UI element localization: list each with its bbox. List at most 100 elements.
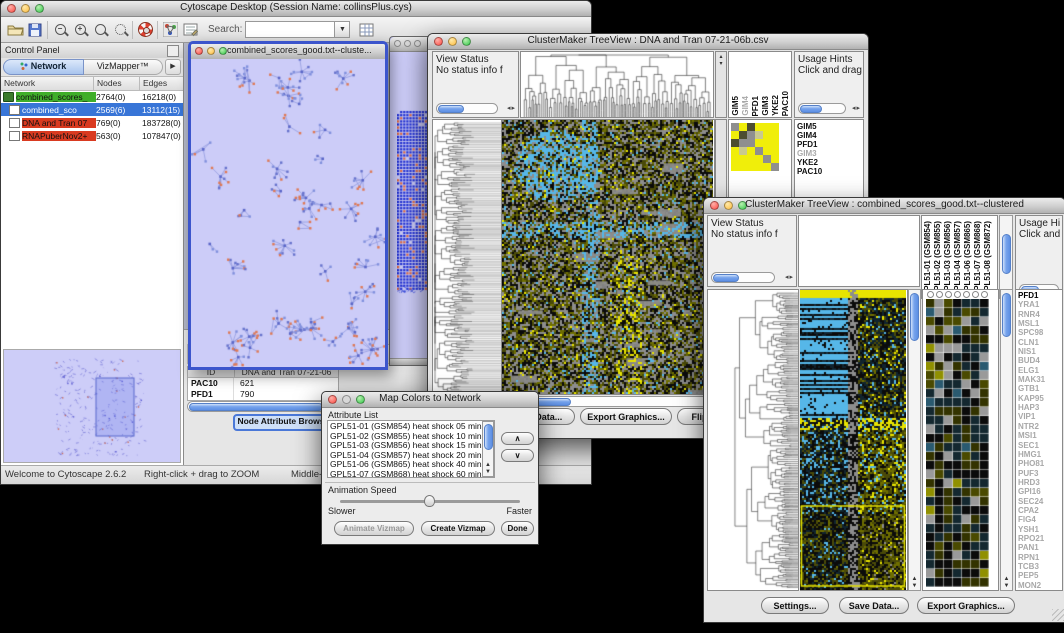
main-title-bar[interactable]: Cytoscape Desktop (Session Name: collins… [1, 1, 591, 17]
column-label[interactable]: PFD1 [751, 96, 761, 116]
scroll-arrows-icon[interactable]: ▲▼ [483, 462, 493, 476]
gene-label[interactable]: GPI16 [1018, 487, 1062, 496]
slider-arrows-icon[interactable]: ◂▸ [785, 273, 794, 281]
gene-label[interactable]: MSI1 [1018, 431, 1062, 440]
gene-label[interactable]: GIM3 [797, 149, 863, 158]
export-graphics-button[interactable]: Export Graphics... [917, 597, 1015, 614]
column-label[interactable]: GIM4 [741, 96, 751, 116]
gene-label[interactable]: SEC1 [1018, 441, 1062, 450]
gene-label[interactable]: MON2 [1018, 581, 1062, 590]
move-down-button[interactable]: ∨ [501, 449, 534, 462]
gene-label[interactable]: PAN1 [1018, 543, 1062, 552]
zoom-in-icon[interactable]: + [70, 20, 90, 39]
attribute-listbox[interactable]: GPL51-01 (GSM854) heat shock 05 minGPL51… [327, 420, 495, 478]
column-label[interactable]: GIM3 [761, 96, 771, 116]
tv2-zoom-heatmap-canvas[interactable] [926, 299, 989, 587]
create-vizmap-button[interactable]: Create Vizmap [421, 521, 495, 536]
network-overview-canvas[interactable] [4, 350, 180, 462]
gene-label[interactable]: RPN1 [1018, 553, 1062, 562]
column-label[interactable]: GPL51-07 (GSM868) [973, 221, 983, 297]
gene-label[interactable]: HAP3 [1018, 403, 1062, 412]
network-overview-panel[interactable] [3, 349, 181, 463]
zoom-button[interactable] [414, 40, 421, 47]
gene-label[interactable]: PHO81 [1018, 459, 1062, 468]
settings-button[interactable]: Settings... [761, 597, 829, 614]
tv2-column-dendrogram-panel[interactable] [798, 215, 920, 287]
open-file-icon[interactable] [5, 20, 25, 39]
zoom-out-icon[interactable]: − [50, 20, 70, 39]
column-label[interactable]: GPL51-01 (GSM854) [923, 221, 933, 297]
gene-label[interactable]: MSL1 [1018, 319, 1062, 328]
network-graph-canvas[interactable] [191, 59, 385, 367]
tv2-gene-list-panel[interactable]: PFD1YRA1RNR4MSL1SPC98CLN1NIS1BUD4ELG1MAK… [1015, 289, 1063, 591]
slider-arrows-icon[interactable]: ◂▸ [852, 104, 861, 112]
minimize-button[interactable] [207, 47, 215, 55]
slider-thumb[interactable] [424, 495, 435, 507]
resize-grip[interactable] [1052, 609, 1064, 621]
tv1-column-dendrogram-panel[interactable] [520, 51, 714, 118]
gene-label[interactable]: TCB3 [1018, 562, 1062, 571]
tv2-zoom-heatmap-panel[interactable] [922, 289, 999, 591]
gene-label[interactable]: FIG4 [1018, 515, 1062, 524]
gene-label[interactable]: ELG1 [1018, 366, 1062, 375]
zoom-button[interactable] [219, 47, 227, 55]
tab-network[interactable]: Network [3, 59, 84, 75]
data-panel-hscroll-thumb[interactable] [189, 403, 323, 411]
gene-label[interactable]: YSH1 [1018, 525, 1062, 534]
tv1-status-slider[interactable] [436, 103, 498, 114]
network-row[interactable]: DNA and Tran 07769(0)183728(0) [1, 116, 183, 129]
gene-label[interactable]: KAP95 [1018, 394, 1062, 403]
scroll-arrows-icon[interactable]: ▲▼ [1001, 576, 1012, 590]
move-up-button[interactable]: ∧ [501, 432, 534, 445]
attribute-list-vscrollbar[interactable]: ▲▼ [482, 421, 494, 477]
gene-label[interactable]: BUD4 [1018, 356, 1062, 365]
tv2-row-dendrogram-canvas[interactable] [708, 290, 798, 590]
tv2-heatmap-vthumb[interactable] [910, 293, 919, 341]
gene-label[interactable]: SEC24 [1018, 497, 1062, 506]
attribute-row[interactable]: PFD1790 [188, 389, 338, 400]
gene-label[interactable]: RPO21 [1018, 534, 1062, 543]
gene-label[interactable]: GIM5 [797, 122, 863, 131]
gene-label[interactable]: PFD1 [797, 140, 863, 149]
tv2-heatmap-panel[interactable] [800, 289, 908, 591]
gene-label[interactable]: NTR2 [1018, 422, 1062, 431]
animate-vizmap-button[interactable]: Animate Vizmap [334, 521, 414, 536]
float-panel-icon[interactable] [167, 45, 179, 57]
data-panel-hscrollbar[interactable] [187, 401, 337, 412]
help-lifering-icon[interactable] [135, 20, 155, 39]
gene-label[interactable]: PFD1 [1018, 291, 1062, 300]
search-dropdown-button[interactable]: ▼ [335, 21, 350, 38]
tv1-column-labels-panel[interactable]: GIM5GIM4PFD1GIM3YKE2PAC10 [728, 51, 792, 118]
column-label[interactable]: PAC10 [781, 91, 791, 116]
gene-label[interactable]: CLN1 [1018, 338, 1062, 347]
gene-label[interactable]: PAC10 [797, 167, 863, 176]
gene-label[interactable]: MAK31 [1018, 375, 1062, 384]
slider-arrows-icon[interactable]: ◂▸ [507, 104, 516, 112]
tv1-row-dendrogram-panel[interactable] [432, 119, 502, 395]
tv2-collabel-vscrollbar[interactable] [999, 215, 1013, 299]
column-label[interactable]: GPL51-04 (GSM857) [953, 221, 963, 297]
gene-label[interactable]: HMG1 [1018, 450, 1062, 459]
tv2-gene-vscrollbar[interactable]: ▲▼ [1000, 289, 1013, 591]
attribute-row[interactable]: PAC10621 [188, 378, 338, 389]
tv1-heatmap-canvas[interactable] [502, 120, 713, 394]
gene-label[interactable]: GTB1 [1018, 384, 1062, 393]
gene-label[interactable]: RNR4 [1018, 310, 1062, 319]
done-button[interactable]: Done [501, 521, 534, 536]
gene-label[interactable]: YRA1 [1018, 300, 1062, 309]
save-data-button[interactable]: Save Data... [839, 597, 909, 614]
close-button[interactable] [195, 47, 203, 55]
gene-label[interactable]: VIP1 [1018, 412, 1062, 421]
column-label[interactable]: GPL51-08 (GSM872) [983, 221, 993, 297]
attribute-list-item[interactable]: GPL51-07 (GSM868) heat shock 60 min [330, 470, 494, 479]
animation-speed-slider[interactable] [340, 500, 520, 503]
network-row[interactable]: combined_sco2569(6)13112(15) [1, 103, 183, 116]
column-label[interactable]: GIM5 [731, 96, 741, 116]
attribute-list-vthumb[interactable] [484, 424, 493, 450]
tv1-heatmap-panel[interactable] [502, 119, 715, 395]
column-label[interactable]: GPL51-03 (GSM856) [943, 221, 953, 297]
plugin-network-icon[interactable] [160, 20, 180, 39]
network-row[interactable]: RNAPuberNov2+563(0)107847(0) [1, 129, 183, 142]
search-input[interactable] [245, 21, 335, 38]
column-label[interactable]: GPL51-06 (GSM865) [963, 221, 973, 297]
